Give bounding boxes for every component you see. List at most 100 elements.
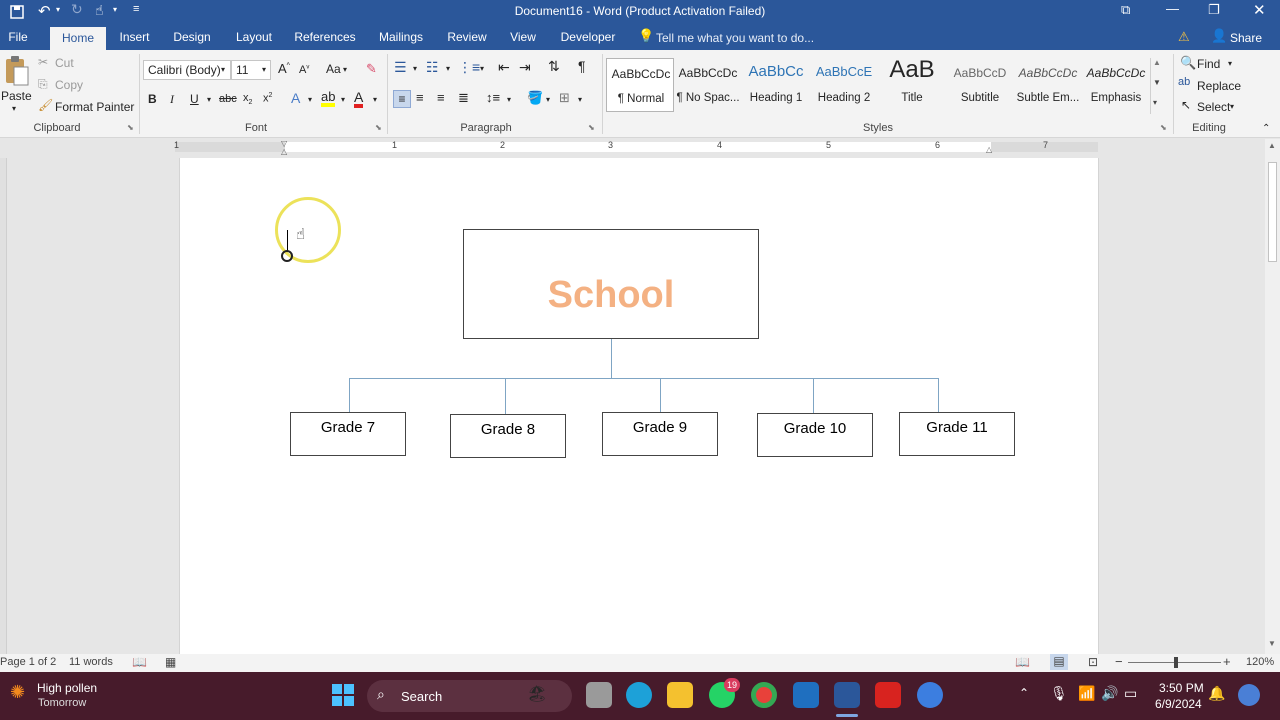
line-spacing-dropdown-icon[interactable]: ▾	[507, 95, 511, 104]
paragraph-launcher-icon[interactable]: ⬊	[588, 123, 595, 132]
warning-icon[interactable]: ⚠	[1178, 29, 1190, 45]
align-left-icon[interactable]: ≡	[393, 90, 411, 108]
right-indent-marker[interactable]: △	[986, 145, 992, 154]
tab-insert[interactable]: Insert	[112, 24, 157, 50]
subscript-icon[interactable]: x2	[243, 92, 252, 106]
grade-box[interactable]: Grade 8	[450, 414, 566, 458]
tell-me-input[interactable]: Tell me what you want to do...	[656, 31, 814, 45]
page-count[interactable]: Page 1 of 2	[0, 656, 56, 668]
numbering-icon[interactable]: ☷	[426, 59, 439, 76]
find-button[interactable]: Find	[1197, 57, 1220, 71]
clock-date[interactable]: 6/9/2024	[1155, 697, 1202, 711]
grade-box[interactable]: Grade 10	[757, 413, 873, 457]
strikethrough-icon[interactable]: abc	[219, 93, 237, 105]
shading-icon[interactable]: 🪣	[527, 90, 543, 106]
text-effects-icon[interactable]: A	[291, 90, 300, 106]
document-page[interactable]: ☝ School Grade 7 Grade 8 Grade 9 Grade 1…	[179, 158, 1099, 654]
word-taskbar-icon[interactable]	[834, 682, 860, 708]
close-icon[interactable]: ✕	[1253, 1, 1266, 19]
format-painter-button[interactable]: Format Painter	[55, 100, 134, 114]
zoom-slider-thumb[interactable]	[1174, 657, 1178, 668]
font-name-select[interactable]: Calibri (Body)	[143, 60, 231, 80]
copy-button[interactable]: Copy	[55, 78, 83, 92]
multilevel-dropdown-icon[interactable]: ▾	[480, 64, 484, 73]
italic-icon[interactable]: I	[170, 92, 174, 107]
style-heading-1[interactable]: AaBbCc Heading 1	[742, 58, 810, 112]
decrease-indent-icon[interactable]: ⇤	[498, 59, 510, 76]
paste-button[interactable]: Paste	[1, 89, 32, 103]
acrobat-icon[interactable]	[875, 682, 901, 708]
tab-references[interactable]: References	[290, 24, 360, 50]
task-view-icon[interactable]	[586, 682, 612, 708]
clock-time[interactable]: 3:50 PM	[1159, 681, 1204, 695]
ribbon-display-icon[interactable]: ⧉	[1121, 2, 1130, 18]
restore-icon[interactable]: ❐	[1208, 2, 1220, 18]
change-case-dropdown-icon[interactable]: ▾	[343, 65, 347, 74]
style-no-spacing[interactable]: AaBbCcDc ¶ No Spac...	[674, 58, 742, 112]
vertical-ruler[interactable]	[0, 158, 7, 654]
scroll-down-icon[interactable]: ▼	[1268, 639, 1276, 648]
text-effects-dropdown-icon[interactable]: ▾	[308, 95, 312, 104]
file-explorer-icon[interactable]	[667, 682, 693, 708]
shrink-font-icon[interactable]: Av	[299, 64, 309, 76]
tab-design[interactable]: Design	[168, 24, 216, 50]
collapse-ribbon-icon[interactable]: ⌃	[1262, 123, 1270, 134]
grade-box[interactable]: Grade 7	[290, 412, 406, 456]
notification-bell-icon[interactable]: 🔔	[1208, 685, 1225, 702]
volume-icon[interactable]: 🔊	[1101, 685, 1118, 702]
paste-icon[interactable]	[2, 55, 30, 91]
clear-formatting-icon[interactable]: ✎	[366, 61, 377, 77]
borders-dropdown-icon[interactable]: ▾	[578, 95, 582, 104]
font-size-dropdown-icon[interactable]: ▾	[262, 65, 266, 74]
shading-dropdown-icon[interactable]: ▾	[546, 95, 550, 104]
macro-recording-icon[interactable]: ▦	[165, 655, 176, 669]
tab-developer[interactable]: Developer	[555, 24, 621, 50]
clipboard-launcher-icon[interactable]: ⬊	[127, 123, 134, 132]
style-heading-2[interactable]: AaBbCcE Heading 2	[810, 58, 878, 112]
chevron-up-icon[interactable]: ⌃	[1019, 686, 1029, 700]
copilot-icon[interactable]	[1238, 684, 1260, 706]
highlight-dropdown-icon[interactable]: ▾	[341, 95, 345, 104]
minimize-icon[interactable]: —	[1166, 1, 1179, 16]
battery-icon[interactable]: ▭	[1124, 685, 1137, 702]
school-box[interactable]: School	[463, 229, 759, 339]
weather-title[interactable]: High pollen	[37, 681, 97, 695]
font-name-dropdown-icon[interactable]: ▾	[221, 65, 225, 74]
edge-icon[interactable]	[626, 682, 652, 708]
weather-subtitle[interactable]: Tomorrow	[38, 697, 86, 709]
word-count[interactable]: 11 words	[69, 656, 113, 668]
increase-indent-icon[interactable]: ⇥	[519, 59, 531, 76]
print-layout-icon[interactable]: ▤	[1050, 654, 1068, 670]
app-icon[interactable]	[917, 682, 943, 708]
chevron-up-icon[interactable]: ▲	[1153, 58, 1161, 67]
grow-font-icon[interactable]: A^	[278, 61, 290, 76]
bold-icon[interactable]: B	[148, 92, 157, 106]
find-dropdown-icon[interactable]: ▾	[1228, 59, 1232, 68]
left-indent-marker[interactable]: △	[281, 147, 287, 156]
grade-box[interactable]: Grade 11	[899, 412, 1015, 456]
zoom-level[interactable]: 120%	[1246, 656, 1274, 668]
multilevel-list-icon[interactable]: ⋮≡	[458, 59, 480, 76]
align-right-icon[interactable]: ≡	[437, 90, 445, 105]
zoom-in-icon[interactable]: +	[1223, 654, 1231, 669]
grade-box[interactable]: Grade 9	[602, 412, 718, 456]
replace-button[interactable]: Replace	[1197, 79, 1241, 93]
teams-new-icon[interactable]	[793, 682, 819, 708]
style-normal[interactable]: AaBbCcDc ¶ Normal	[606, 58, 674, 112]
styles-scroll[interactable]: ▲ ▼ ▾	[1150, 58, 1163, 114]
tab-view[interactable]: View	[502, 24, 544, 50]
style-emphasis[interactable]: AaBbCcDc Emphasis	[1082, 58, 1150, 112]
borders-icon[interactable]: ⊞	[559, 90, 570, 106]
windows-start-icon[interactable]	[332, 684, 354, 706]
scroll-up-icon[interactable]: ▲	[1268, 141, 1276, 150]
tab-review[interactable]: Review	[440, 24, 494, 50]
bullets-dropdown-icon[interactable]: ▾	[413, 64, 417, 73]
zoom-out-icon[interactable]: −	[1115, 654, 1123, 669]
expand-gallery-icon[interactable]: ▾	[1153, 98, 1157, 107]
font-color-dropdown-icon[interactable]: ▾	[373, 95, 377, 104]
vertical-scrollbar[interactable]: ▲ ▼	[1265, 139, 1280, 654]
horizontal-ruler[interactable]: 1 1 2 3 4 5 6 7 ▽ △ △	[0, 139, 1265, 156]
underline-icon[interactable]: U	[190, 92, 199, 106]
microphone-icon[interactable]: 🎙	[1050, 685, 1068, 702]
font-launcher-icon[interactable]: ⬊	[375, 123, 382, 132]
